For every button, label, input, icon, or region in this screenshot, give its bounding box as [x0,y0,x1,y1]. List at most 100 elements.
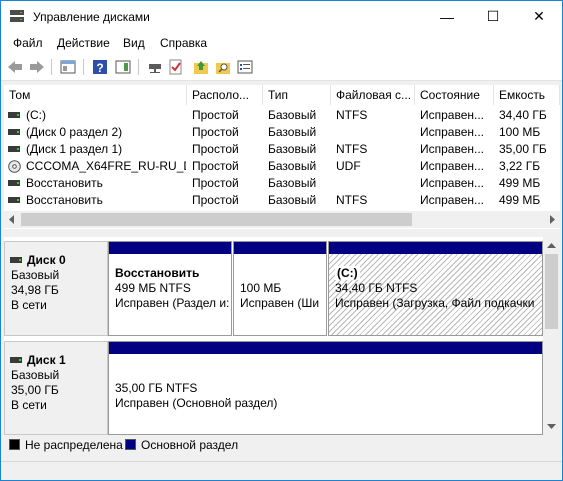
volume-layout: Простой [192,193,239,207]
column-header-volume[interactable]: Том [4,85,187,105]
volume-status: Исправен... [420,108,485,122]
volume-name: Восстановить [26,193,103,207]
column-header-filesystem[interactable]: Файловая с... [331,85,415,105]
menu-action[interactable]: Действие [57,36,110,50]
minimize-icon: — [440,8,454,25]
search-button[interactable] [214,58,232,76]
partition-disk1-primary[interactable]: 35,00 ГБ NTFS Исправен (Основной раздел) [108,341,543,435]
network-drive-icon [149,64,161,73]
disk-size: 35,00 ГБ [11,383,59,397]
volume-type: Базовый [268,142,317,156]
volume-row[interactable]: (Диск 0 раздел 2) Простой Базовый Исправ… [4,124,560,141]
disk-pane-vertical-scrollbar[interactable] [543,237,560,457]
disk-icon [8,129,20,135]
up-folder-button[interactable] [192,58,210,76]
scroll-down-icon[interactable] [547,423,556,430]
forward-button[interactable] [28,58,46,76]
partition-size: 100 МБ [240,281,282,295]
legend-primary-swatch [125,439,136,450]
volume-name: (Диск 0 раздел 2) [26,125,123,139]
scroll-left-icon[interactable] [8,215,16,224]
help-icon: ? [93,60,107,75]
scroll-right-icon[interactable] [548,215,556,224]
volume-status: Исправен... [420,125,485,139]
legend-unallocated-swatch [9,439,20,450]
partition-name: Восстановить [115,266,200,280]
legend-primary-label: Основной раздел [141,438,239,452]
volume-filesystem: NTFS [336,108,368,122]
check-button[interactable] [167,58,185,76]
back-button[interactable] [6,58,24,76]
disk-icon [8,112,20,118]
minimize-button[interactable]: — [424,1,470,32]
column-header-type[interactable]: Тип [263,85,331,105]
partition-size: 35,00 ГБ NTFS [115,381,198,395]
toolbar-separator [51,59,52,75]
close-button[interactable]: ✕ [516,1,562,32]
disk-management-window: Управление дисками — ☐ ✕ Файл Действие В… [0,0,563,481]
console-tree-icon [60,60,76,74]
maximize-icon: ☐ [486,8,500,24]
volume-layout: Простой [192,108,239,122]
volume-layout: Простой [192,159,239,173]
partition-efi[interactable]: 100 МБ Исправен (Ши [233,241,327,336]
menu-help[interactable]: Справка [160,36,207,50]
maximize-button[interactable]: ☐ [470,1,516,32]
legend: Не распределена Основной раздел [4,435,560,457]
disk-icon [8,180,20,186]
column-header-capacity[interactable]: Емкость [494,85,560,105]
volume-layout: Простой [192,176,239,190]
partition-primary-bar [329,242,542,254]
connect-button[interactable] [146,58,164,76]
volume-name: (Диск 1 раздел 1) [26,142,123,156]
menu-view[interactable]: Вид [123,36,145,50]
action-pane-button[interactable] [114,58,132,76]
partition-primary-bar [109,342,542,354]
horizontal-scroll-thumb[interactable] [21,213,412,226]
disk-icon [10,257,22,263]
volume-filesystem: NTFS [336,142,368,156]
partition-status: Исправен (Раздел и: [115,296,229,310]
volume-name: CCCOMA_X64FRE_RU-RU_D... [26,159,186,173]
properties-button[interactable] [236,58,254,76]
forward-arrow-icon [30,61,44,73]
column-header-layout[interactable]: Располо... [187,85,263,105]
disk-icon [8,197,20,203]
folder-search-icon [216,63,230,74]
show-hide-console-tree-button[interactable] [59,58,77,76]
menu-file[interactable]: Файл [13,36,43,50]
volume-name: Восстановить [26,176,103,190]
disk-size: 34,98 ГБ [11,283,59,297]
volume-row[interactable]: Восстановить Простой Базовый NTFS Исправ… [4,192,560,209]
volume-status: Исправен... [420,193,485,207]
volume-row[interactable]: (C:) Простой Базовый NTFS Исправен... 34… [4,107,560,124]
volume-filesystem: NTFS [336,193,368,207]
volume-row[interactable]: (Диск 1 раздел 1) Простой Базовый NTFS И… [4,141,560,158]
volume-capacity: 34,40 ГБ [499,108,547,122]
disk-1-label[interactable]: Диск 1 Базовый 35,00 ГБ В сети [4,341,108,435]
partition-primary-bar [109,242,231,254]
disk-title: Диск 1 [27,353,66,367]
help-button[interactable]: ? [91,58,109,76]
partition-recovery[interactable]: Восстановить 499 МБ NTFS Исправен (Разде… [108,241,232,336]
svg-text:?: ? [96,61,103,75]
volume-filesystem: UDF [336,159,361,173]
title-bar[interactable]: Управление дисками — ☐ ✕ [1,1,562,32]
disk-0-label[interactable]: Диск 0 Базовый 34,98 ГБ В сети [4,241,108,336]
disk-icon [8,146,20,152]
volume-capacity: 35,00 ГБ [499,142,547,156]
partition-c-selected[interactable]: (C:) 34,40 ГБ NTFS Исправен (Загрузка, Ф… [328,241,543,336]
partition-primary-bar [234,242,326,254]
volume-list-horizontal-scrollbar[interactable] [4,211,560,228]
scroll-up-icon[interactable] [547,242,556,249]
volume-row[interactable]: CCCOMA_X64FRE_RU-RU_D... Простой Базовый… [4,158,560,175]
window-title: Управление дисками [33,10,150,24]
toolbar-separator [83,59,84,75]
menu-bar: Файл Действие Вид Справка [1,32,562,54]
volume-row[interactable]: Восстановить Простой Базовый Исправен...… [4,175,560,192]
volume-layout: Простой [192,142,239,156]
partition-status: Исправен (Загрузка, Файл подкачки [335,296,535,310]
vertical-scroll-thumb[interactable] [545,254,558,329]
volume-capacity: 3,22 ГБ [499,159,541,173]
column-header-status[interactable]: Состояние [415,85,494,105]
